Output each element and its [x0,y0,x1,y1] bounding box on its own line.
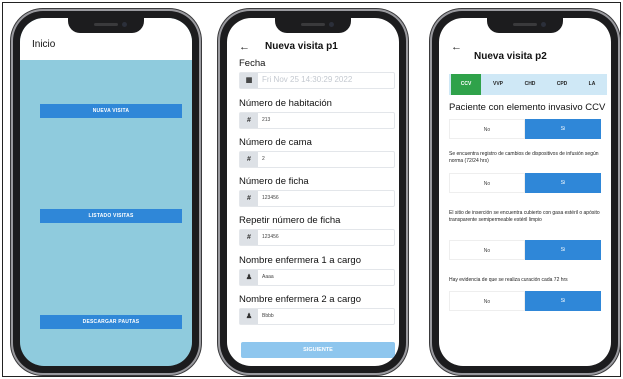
nurse2-field[interactable]: ♟ Bbbb [239,308,395,325]
page-title: Nueva visita p2 [474,51,547,62]
toggle-infusion-record: No Si [449,173,601,193]
home-screen: Inicio NUEVA VISITA LISTADO VISITAS DESC… [20,18,192,366]
repeat-record-number-value: 123456 [262,234,279,240]
yes-option[interactable]: Si [525,119,601,139]
visit-p1-screen: ← Nueva visita p1 Fecha ▦ Fri Nov 25 14:… [227,18,399,366]
phone-visit-p2: ← Nueva visita p2 CCV VVP CHD CPD LA Pac… [432,11,618,373]
nurse1-label: Nombre enfermera 1 a cargo [239,255,361,266]
room-number-field[interactable]: # 213 [239,112,395,129]
hash-icon: # [240,230,258,245]
no-option[interactable]: No [449,291,525,311]
no-option[interactable]: No [449,240,525,260]
room-number-label: Número de habitación [239,98,332,109]
tab-chd[interactable]: CHD [515,74,545,95]
new-visit-button[interactable]: NUEVA VISITA [40,104,182,118]
phone-home: Inicio NUEVA VISITA LISTADO VISITAS DESC… [13,11,199,373]
record-number-value: 123456 [262,195,279,201]
toggle-insertion-site: No Si [449,240,601,260]
question-text: El sitio de inserción se encuentra cubie… [449,210,600,223]
device-tabs: CCV VVP CHD CPD LA [449,74,607,95]
repeat-record-number-label: Repetir número de ficha [239,215,341,226]
date-field[interactable]: ▦ Fri Nov 25 14:30:29 2022 [239,72,395,89]
tab-ccv[interactable]: CCV [451,74,481,95]
nurse2-label: Nombre enfermera 2 a cargo [239,294,361,305]
hash-icon: # [240,191,258,206]
bed-number-value: 2 [262,156,265,162]
nurse2-value: Bbbb [262,313,274,319]
toggle-dressing-72h: No Si [449,291,601,311]
toggle-invasive-element: No Si [449,119,601,139]
nurse1-field[interactable]: ♟ Aaaa [239,269,395,286]
phone-visit-p1: ← Nueva visita p1 Fecha ▦ Fri Nov 25 14:… [220,11,406,373]
bed-number-field[interactable]: # 2 [239,151,395,168]
tab-cpd[interactable]: CPD [547,74,577,95]
repeat-record-number-field[interactable]: # 123456 [239,229,395,246]
record-number-field[interactable]: # 123456 [239,190,395,207]
page-title: Nueva visita p1 [265,41,338,52]
phone-notch [68,18,144,33]
download-guidelines-button[interactable]: DESCARGAR PAUTAS [40,315,182,329]
nurse1-value: Aaaa [262,274,274,280]
next-button[interactable]: SIGUIENTE [241,342,395,358]
record-number-label: Número de ficha [239,176,309,187]
visit-list-button[interactable]: LISTADO VISITAS [40,209,182,223]
person-icon: ♟ [240,270,258,285]
question-text: Hay evidencia de que se realiza curación… [449,277,568,283]
yes-option[interactable]: Si [525,240,601,260]
hash-icon: # [240,152,258,167]
no-option[interactable]: No [449,119,525,139]
phone-notch [487,18,563,33]
page-title: Inicio [32,39,56,50]
arrow-left-icon[interactable]: ← [451,42,462,53]
section-title: Paciente con elemento invasivo CCV [449,102,606,113]
calendar-icon: ▦ [240,73,258,88]
figure-frame: Inicio NUEVA VISITA LISTADO VISITAS DESC… [2,2,621,377]
phone-notch [275,18,351,33]
room-number-value: 213 [262,117,271,123]
yes-option[interactable]: Si [525,291,601,311]
yes-option[interactable]: Si [525,173,601,193]
no-option[interactable]: No [449,173,525,193]
question-text: Se encuentra registro de cambios de disp… [449,151,599,164]
bed-number-label: Número de cama [239,137,312,148]
date-value: Fri Nov 25 14:30:29 2022 [262,75,353,84]
visit-p2-screen: ← Nueva visita p2 CCV VVP CHD CPD LA Pac… [439,18,611,366]
hash-icon: # [240,113,258,128]
tab-la[interactable]: LA [577,74,607,95]
person-icon: ♟ [240,309,258,324]
arrow-left-icon[interactable]: ← [239,42,250,53]
tab-vvp[interactable]: VVP [483,74,513,95]
date-label: Fecha [239,58,266,69]
